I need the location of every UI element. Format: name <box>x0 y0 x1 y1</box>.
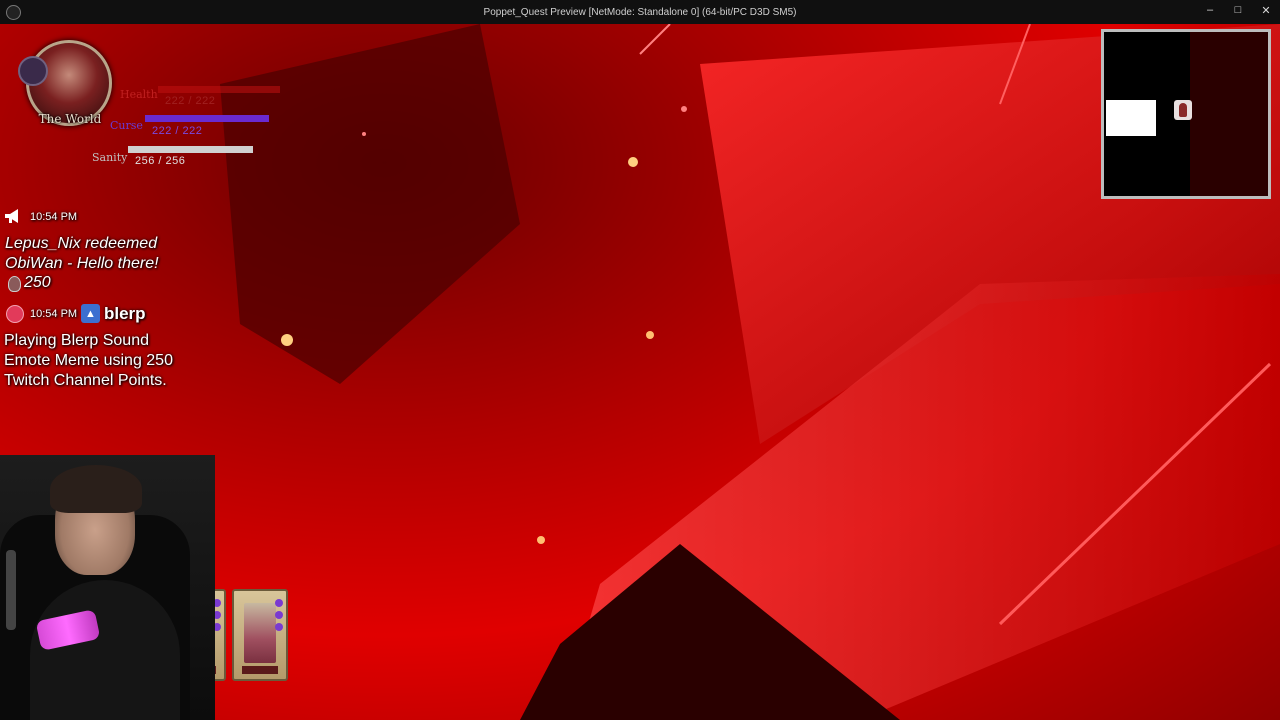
webcam-mic-arm <box>6 550 16 630</box>
redeem-line-2: ObiWan - Hello there! <box>5 255 159 272</box>
curse-bar <box>145 115 269 122</box>
channel-points-icon <box>8 276 21 292</box>
ember-particle <box>628 157 638 167</box>
portrait-title: The World <box>38 112 102 126</box>
window-title: Poppet_Quest Preview [NetMode: Standalon… <box>483 6 797 18</box>
ember-particle <box>537 536 545 544</box>
health-bar <box>158 86 280 93</box>
minimap-room <box>1106 100 1156 136</box>
webcam-streamer-hair <box>50 465 142 513</box>
ember-particle <box>362 132 366 136</box>
redeem-time: 10:54 PM <box>30 211 78 223</box>
window-controls: – □ ✕ <box>1196 0 1280 24</box>
curse-value: 222 / 222 <box>152 125 203 137</box>
card-art <box>244 603 276 663</box>
close-button[interactable]: ✕ <box>1252 0 1280 20</box>
ember-particle <box>646 331 654 339</box>
sanity-value: 256 / 256 <box>135 155 186 167</box>
maximize-button[interactable]: □ <box>1224 0 1252 20</box>
sanity-label: Sanity <box>92 151 128 164</box>
sanity-bar <box>128 146 253 153</box>
unreal-app-icon <box>6 5 21 20</box>
card-pip <box>275 599 283 607</box>
megaphone-icon <box>5 209 18 223</box>
card-nameplate <box>242 666 278 674</box>
dark-shadow <box>220 24 520 384</box>
streamer-webcam <box>0 455 215 720</box>
minimap-unexplored <box>1190 32 1268 196</box>
webcam-streamer-body <box>30 580 180 720</box>
health-value: 222 / 222 <box>165 95 216 107</box>
card-pip <box>275 611 283 619</box>
light-streak <box>639 24 671 55</box>
ember-particle <box>681 106 687 112</box>
blerp-line-2: Emote Meme using 250 <box>4 352 173 369</box>
tarot-card[interactable] <box>232 589 288 681</box>
blerp-line-3: Twitch Channel Points. <box>4 372 167 389</box>
window-titlebar: Poppet_Quest Preview [NetMode: Standalon… <box>0 0 1280 24</box>
blerp-avatar-icon <box>6 305 24 323</box>
ember-particle <box>281 334 293 346</box>
card-pip <box>275 623 283 631</box>
redeem-points: 250 <box>24 274 51 291</box>
health-label: Health <box>120 88 158 101</box>
blerp-line-1: Playing Blerp Sound <box>4 332 149 349</box>
blerp-icon: ▲ <box>81 304 100 323</box>
minimap-player-marker <box>1174 100 1192 120</box>
status-badge <box>18 56 48 86</box>
blerp-time: 10:54 PM <box>30 308 78 320</box>
curse-label: Curse <box>110 119 143 132</box>
game-window: Poppet_Quest Preview [NetMode: Standalon… <box>0 0 1280 720</box>
minimize-button[interactable]: – <box>1196 0 1224 20</box>
redeem-line-1: Lepus_Nix redeemed <box>5 235 158 252</box>
blerp-username: blerp <box>104 304 146 323</box>
minimap <box>1101 29 1271 199</box>
